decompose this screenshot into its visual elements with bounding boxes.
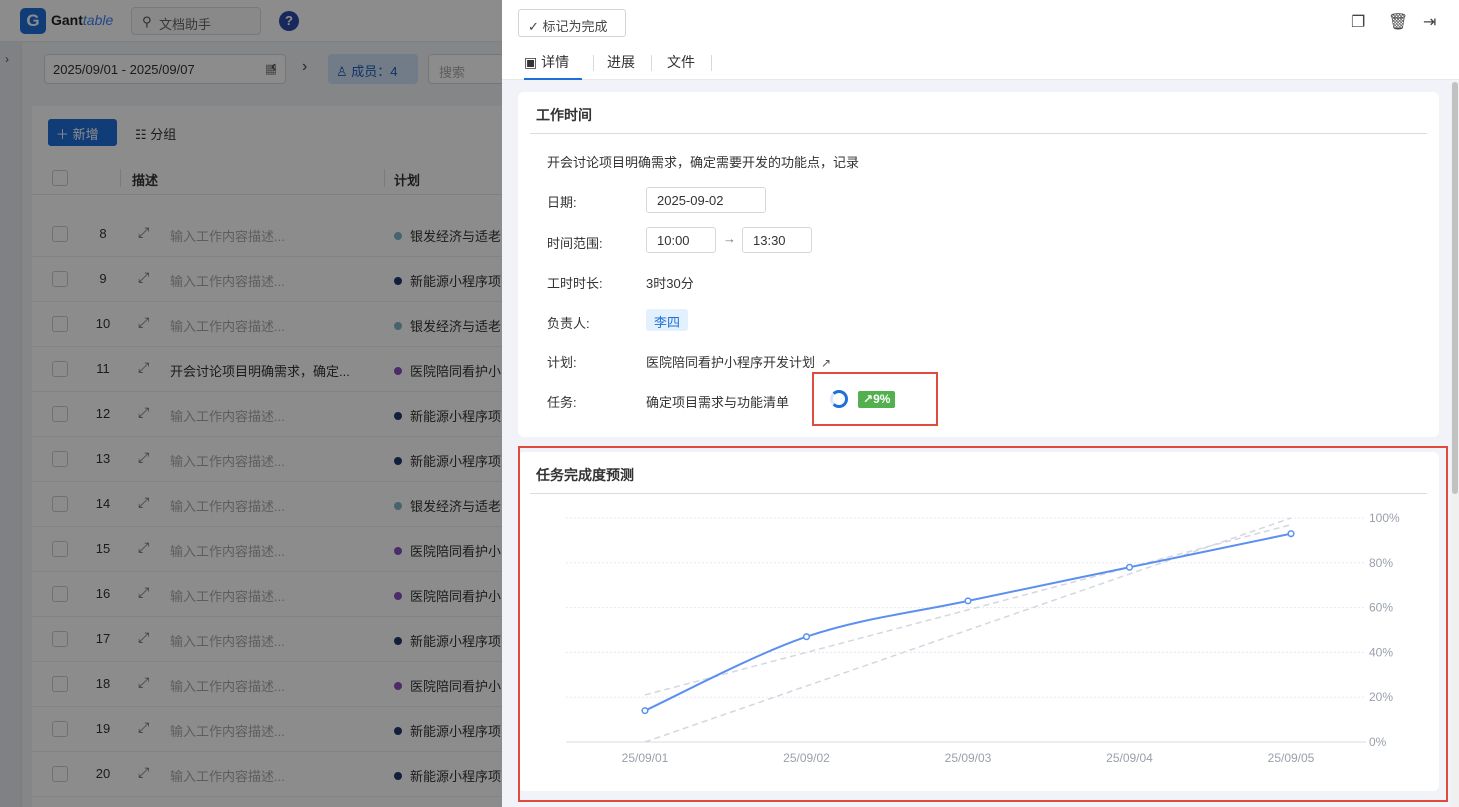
divider: [530, 133, 1427, 134]
tab-details[interactable]: ▣ 详情: [524, 52, 582, 80]
mark-done-label: 标记为完成: [542, 19, 608, 34]
tab-divider: [593, 55, 594, 71]
highlight-box-forecast: [518, 446, 1448, 802]
plan-label: 计划:: [547, 355, 577, 370]
owner-label: 负责人:: [547, 316, 590, 331]
mark-done-button[interactable]: ✓ 标记为完成: [518, 9, 626, 37]
duration-label: 工时时长:: [547, 276, 603, 291]
task-value[interactable]: 确定项目需求与功能清单: [646, 392, 789, 411]
arrow-right-icon: →: [723, 231, 736, 246]
close-drawer-icon[interactable]: ⇥: [1423, 12, 1436, 32]
check-icon: ✓: [528, 19, 543, 34]
scrollbar-thumb[interactable]: [1452, 82, 1458, 494]
end-time-input[interactable]: 13:30: [742, 227, 812, 253]
delete-icon[interactable]: 🗑: [1388, 12, 1408, 32]
tab-details-label: 详情: [541, 54, 570, 70]
owner-tag[interactable]: 李四: [646, 309, 689, 331]
copy-icon[interactable]: ❐: [1351, 12, 1365, 32]
highlight-box-task-progress: [812, 372, 938, 426]
date-label: 日期:: [547, 195, 577, 210]
tab-divider: [711, 55, 712, 71]
time-range-label: 时间范围:: [547, 236, 603, 251]
work-time-card: 工作时间 开会讨论项目明确需求，确定需要开发的功能点，记录 日期: 2025-0…: [518, 92, 1439, 437]
task-label: 任务:: [547, 395, 577, 410]
grid-icon: ▣: [524, 54, 542, 70]
tab-divider: [651, 55, 652, 71]
date-input[interactable]: 2025-09-02: [646, 187, 766, 213]
work-description[interactable]: 开会讨论项目明确需求，确定需要开发的功能点，记录: [547, 152, 859, 171]
tab-files[interactable]: 文件: [667, 52, 695, 80]
detail-drawer: ✓ 标记为完成 ❐ 🗑 ⇥ ▣ 详情 进展 文件 工作时间 开会讨论项目明确需求…: [502, 0, 1459, 807]
plan-value: 医院陪同看护小程序开发计划: [646, 355, 816, 370]
work-time-title: 工作时间: [536, 107, 592, 123]
start-time-input[interactable]: 10:00: [646, 227, 716, 253]
drawer-header: ✓ 标记为完成 ❐ 🗑 ⇥ ▣ 详情 进展 文件: [502, 0, 1459, 80]
duration-value: 3时30分: [646, 276, 694, 291]
external-link-icon: ↗: [821, 356, 832, 370]
drawer-scrollbar[interactable]: [1451, 82, 1459, 807]
tab-progress[interactable]: 进展: [607, 52, 635, 80]
plan-link[interactable]: 医院陪同看护小程序开发计划 ↗: [646, 352, 831, 371]
